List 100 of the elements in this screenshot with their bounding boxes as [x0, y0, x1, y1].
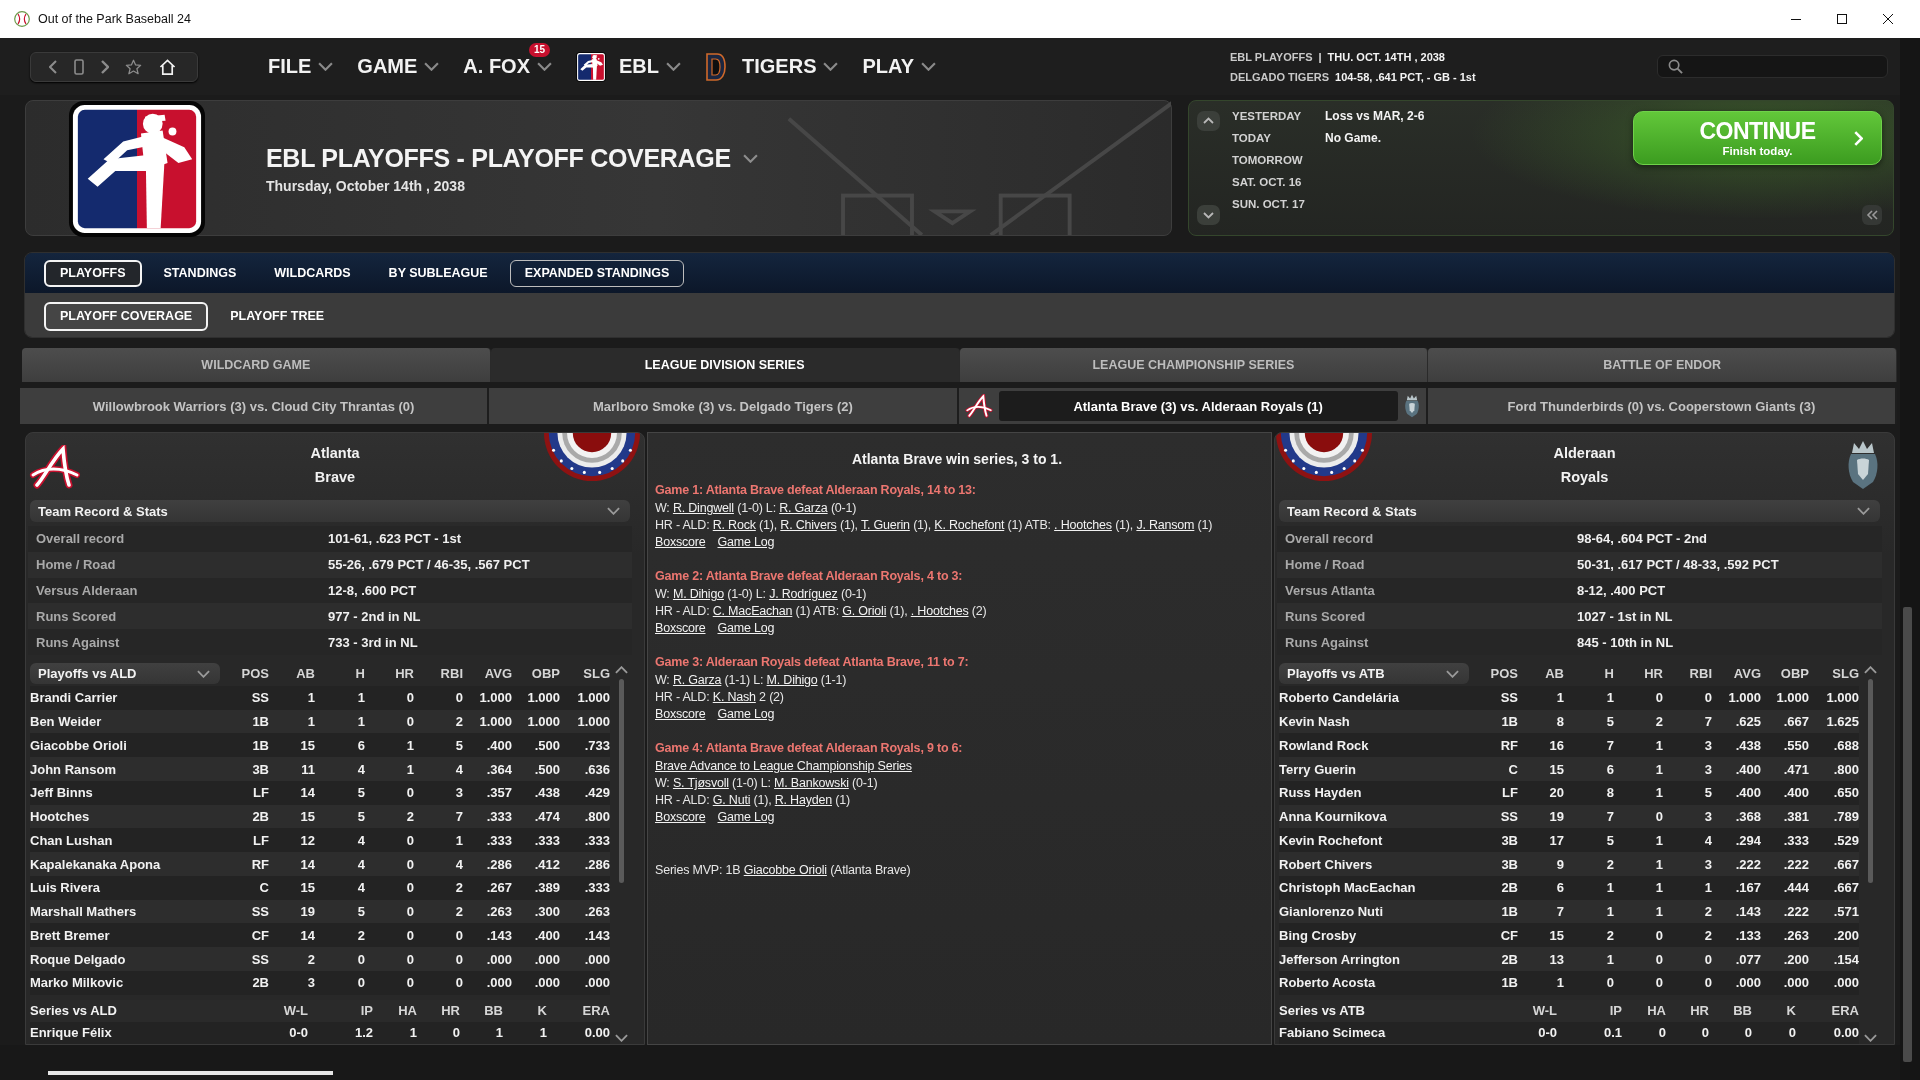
section-dropdown[interactable]: Team Record & Stats — [1279, 500, 1880, 522]
text-link[interactable]: Giacobbe Orioli — [743, 863, 827, 877]
tab[interactable]: WILDCARD GAME — [22, 348, 491, 382]
text-link[interactable]: M. Dihigo — [766, 673, 818, 687]
text-link[interactable]: G. Orioli — [842, 604, 887, 618]
text-link[interactable]: T. Guerin — [860, 518, 910, 532]
back-icon[interactable] — [49, 59, 57, 74]
tab[interactable]: WILDCARDS — [258, 259, 367, 287]
text-link[interactable]: R. Hayden — [774, 793, 832, 807]
table-cell-text: 0 — [454, 975, 463, 991]
table-cell-text: CF — [1499, 927, 1518, 943]
game-detail: W: R. Dingwell (1-0) L: R. Garza (0-1) — [655, 500, 858, 517]
column-header: OBP — [530, 666, 560, 682]
section-dropdown[interactable]: Team Record & Stats — [30, 500, 630, 522]
column-header: BB — [483, 1003, 503, 1019]
tab[interactable]: PLAYOFF TREE — [214, 301, 341, 331]
tab[interactable]: BATTLE OF ENDOR — [1428, 348, 1897, 382]
menu-button[interactable]: FILE — [268, 51, 334, 82]
text-link[interactable]: Game Log — [717, 706, 775, 723]
team-name: Brave — [313, 468, 357, 487]
scrollbar-thumb[interactable] — [1903, 607, 1912, 1062]
text-link[interactable]: K. Rochefont — [934, 518, 1005, 532]
text-link[interactable]: Game Log — [717, 620, 775, 637]
text-link[interactable]: R. Garza — [672, 673, 722, 687]
chevron-up-icon[interactable] — [1197, 111, 1220, 131]
tab[interactable]: PLAYOFF COVERAGE — [44, 301, 209, 331]
text-link[interactable]: M. Bankowski — [774, 776, 849, 790]
split-dropdown[interactable]: Playoffs vs ATB — [1279, 663, 1469, 685]
table-cell-text: 3B — [1500, 832, 1518, 848]
chevron-down-icon — [666, 62, 681, 71]
tab[interactable]: Atlanta Brave (3) vs. Alderaan Royals (1) — [998, 391, 1398, 421]
pitcher-logo-icon — [68, 100, 206, 238]
text-link[interactable]: Boxscore — [655, 706, 706, 723]
table-cell-text: .000 — [485, 975, 512, 991]
text-link[interactable]: Game Log — [717, 534, 775, 551]
chevron-up-icon[interactable] — [614, 666, 628, 674]
tab[interactable]: EXPANDED STANDINGS — [509, 259, 685, 287]
text-link[interactable]: Boxscore — [655, 620, 706, 637]
home-icon[interactable] — [159, 58, 176, 75]
table-cell-text: 1 — [306, 714, 315, 730]
tab[interactable]: LEAGUE DIVISION SERIES — [490, 348, 960, 382]
game-detail: HR - ALD: K. Nash 2 (2) — [655, 689, 785, 706]
scrollbar-thumb[interactable] — [1867, 679, 1873, 883]
text-link[interactable]: J. Ransom — [1136, 518, 1195, 532]
column-header: K — [536, 1003, 547, 1019]
text-link[interactable]: C. MacEachan — [712, 604, 793, 618]
text-link[interactable]: S. Tjøsvoll — [672, 776, 729, 790]
stat-value: 733 - 3rd in NL — [328, 634, 419, 650]
split-dropdown[interactable]: Playoffs vs ALD — [30, 663, 220, 685]
text-link[interactable]: M. Dihigo — [672, 587, 724, 601]
text-link[interactable]: . Hootches — [1054, 518, 1112, 532]
menu-button[interactable]: GAME — [357, 51, 440, 82]
chevron-down-icon[interactable] — [614, 1033, 628, 1042]
menu-button[interactable]: PLAY — [862, 51, 936, 82]
tab[interactable]: PLAYOFFS — [44, 259, 142, 287]
table-cell-text: 0 — [405, 904, 414, 920]
page-icon[interactable] — [73, 58, 84, 75]
search-field[interactable] — [1657, 55, 1888, 78]
table-cell-text: .000 — [583, 951, 610, 967]
table-cell-text: 9 — [1555, 856, 1564, 872]
text-link[interactable]: Brave Advance to League Championship Series — [655, 759, 912, 773]
text-link[interactable]: Boxscore — [655, 809, 706, 826]
text-link[interactable]: K. Nash — [712, 690, 756, 704]
text-link[interactable]: R. Rock — [712, 518, 756, 532]
text-link[interactable]: R. Dingwell — [672, 501, 734, 515]
text-link[interactable]: G. Nuti — [712, 793, 751, 807]
tab[interactable]: STANDINGS — [147, 259, 253, 287]
table-cell-text: 0.1 — [1602, 1025, 1622, 1041]
table-cell-text: .286 — [485, 856, 512, 872]
table-cell-text: 0 — [454, 690, 463, 706]
text-link[interactable]: R. Garza — [779, 501, 828, 515]
table-cell-text: 1 — [408, 1025, 417, 1041]
chevron-down-icon[interactable] — [742, 153, 758, 163]
double-chevron-left-icon[interactable] — [1862, 205, 1882, 225]
scrollbar-thumb[interactable] — [618, 679, 624, 883]
text-link[interactable]: . Hootches — [910, 604, 969, 618]
menu-button[interactable]: TIGERS — [705, 51, 839, 82]
search-icon — [1668, 59, 1683, 74]
chevron-down-icon[interactable] — [1197, 205, 1220, 225]
page-title: EBL PLAYOFFS - PLAYOFF COVERAGE — [266, 143, 731, 174]
tab[interactable]: BY SUBLEAGUE — [372, 259, 504, 287]
text-link[interactable]: R. Chivers — [780, 518, 837, 532]
status-label: EBL PLAYOFFS — [1230, 49, 1313, 65]
tab[interactable]: LEAGUE CHAMPIONSHIP SERIES — [959, 348, 1429, 382]
chevron-down-icon[interactable] — [1863, 1033, 1877, 1042]
text-link[interactable]: Boxscore — [655, 534, 706, 551]
table-cell-text: 2 — [1654, 714, 1663, 730]
star-icon[interactable] — [125, 58, 143, 75]
scrollbar-thumb[interactable] — [48, 1071, 333, 1075]
table-cell-text: 2 — [1703, 904, 1712, 920]
table-cell-text: Chan Lushan — [30, 832, 114, 848]
table-cell-text: 2B — [251, 975, 269, 991]
text-link[interactable]: Game Log — [717, 809, 775, 826]
menu-button[interactable]: EBL — [576, 51, 681, 82]
chevron-up-icon[interactable] — [1863, 666, 1877, 674]
table-cell-text: 7 — [1605, 809, 1614, 825]
table-cell-text: .400 — [1782, 785, 1809, 801]
game-detail: HR - ALD: R. Rock (1), R. Chivers (1), T. Guerin (1), K. Rochefont (1) ATB: . Hootches (1), J. Ransom (1) — [655, 517, 1214, 534]
forward-icon[interactable] — [100, 59, 109, 74]
text-link[interactable]: J. Rodríguez — [769, 587, 838, 601]
